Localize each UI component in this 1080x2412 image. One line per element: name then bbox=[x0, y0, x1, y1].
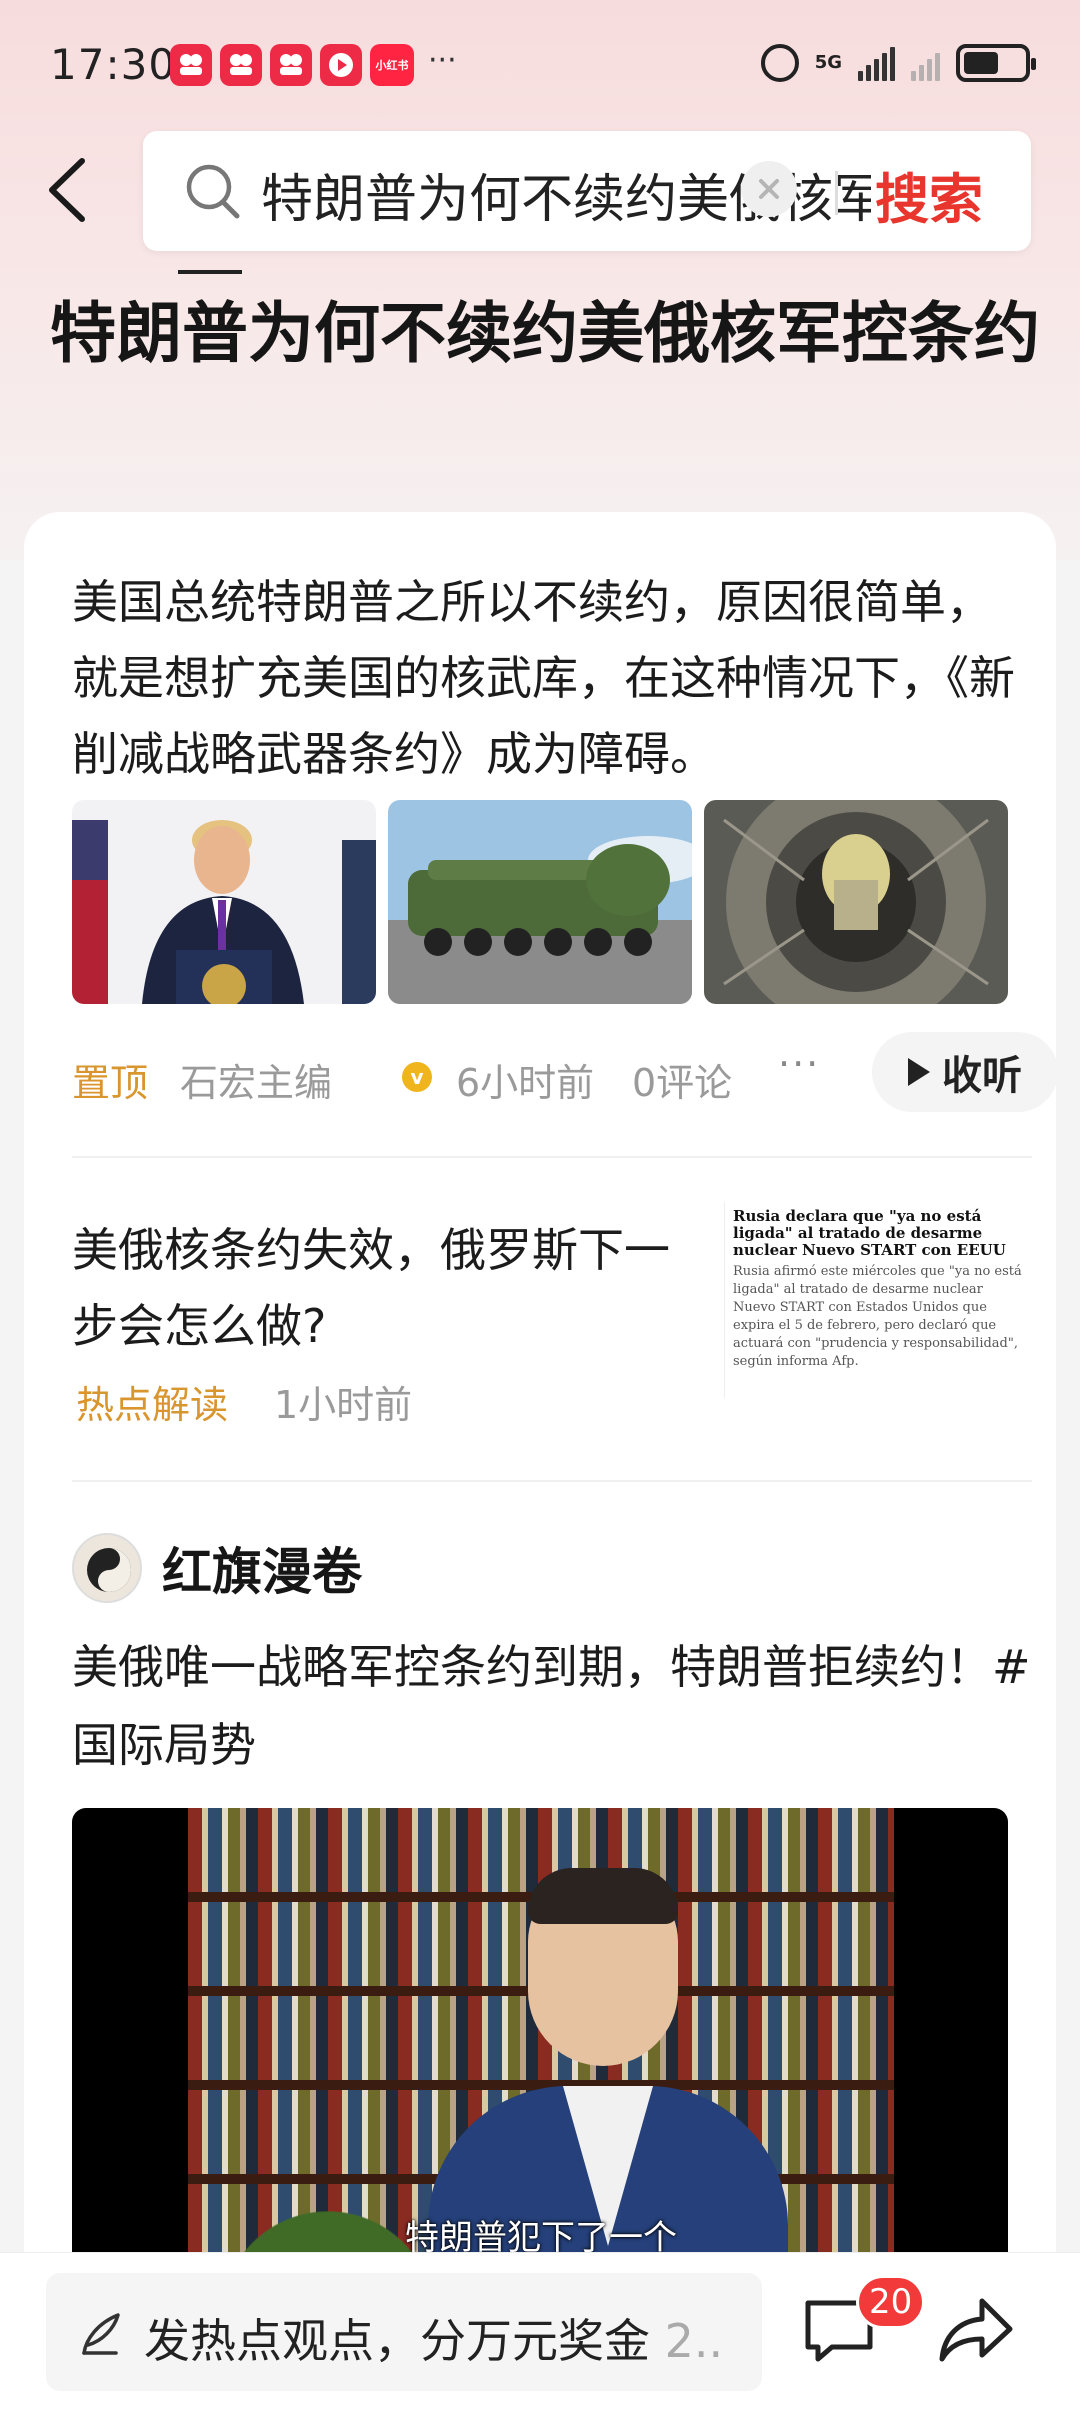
back-arrow-icon bbox=[49, 158, 85, 222]
title-accent-line bbox=[178, 270, 242, 274]
divider bbox=[72, 1156, 1032, 1158]
post-time: 6小时前 bbox=[456, 1061, 595, 1105]
image-missile-silo[interactable] bbox=[704, 800, 1008, 1004]
clear-search-button[interactable] bbox=[741, 161, 797, 217]
notification-app-icon bbox=[270, 44, 312, 86]
network-type: 5G bbox=[814, 52, 842, 73]
news-item-thumbnail[interactable]: Rusia declara que "ya no está ligada" al… bbox=[724, 1202, 1032, 1398]
notification-app-icon bbox=[170, 44, 212, 86]
page-title: 特朗普为何不续约美俄核军控条约 bbox=[50, 295, 1040, 372]
listen-button[interactable]: 收听 bbox=[872, 1032, 1058, 1112]
search-icon bbox=[186, 164, 240, 219]
pinned-label: 置顶 bbox=[72, 1061, 149, 1105]
status-app-icons: 小红书 ··· bbox=[170, 42, 457, 86]
signal-icon bbox=[858, 45, 895, 81]
bottom-bar: 发热点观点，分万元奖金 2.. 20 bbox=[0, 2252, 1080, 2412]
signal-icon-secondary bbox=[911, 45, 940, 81]
status-indicators: 5G bbox=[760, 44, 1036, 82]
search-button[interactable]: 搜索 bbox=[875, 155, 983, 234]
news-item-tag: 热点解读 bbox=[76, 1383, 229, 1427]
pen-icon bbox=[82, 2313, 120, 2355]
post-author-row[interactable]: 红旗漫卷 bbox=[72, 1532, 362, 1604]
status-time: 17:30 bbox=[50, 40, 177, 89]
battery-icon bbox=[956, 44, 1036, 82]
back-button[interactable] bbox=[40, 155, 100, 225]
yin-yang-avatar-icon bbox=[74, 1535, 140, 1601]
listen-label: 收听 bbox=[942, 1053, 1022, 1099]
summary-text[interactable]: 美国总统特朗普之所以不续约，原因很简单，就是想扩充美国的核武库，在这种情况下，《… bbox=[72, 564, 1022, 792]
author-name[interactable]: 石宏主编 bbox=[180, 1052, 332, 1107]
comment-count-badge: 20 bbox=[856, 2275, 926, 2329]
image-podium-speaker[interactable] bbox=[72, 800, 376, 1004]
search-box[interactable]: 特朗普为何不续约美俄核军控条约 搜索 bbox=[143, 131, 1031, 251]
opinion-input[interactable]: 发热点观点，分万元奖金 2.. bbox=[46, 2273, 762, 2391]
more-options-icon[interactable]: ··· bbox=[778, 1042, 820, 1086]
play-icon bbox=[908, 1058, 930, 1086]
post-text[interactable]: 美俄唯一战略军控条约到期，特朗普拒续约！#国际局势 bbox=[72, 1628, 1032, 1784]
verified-icon: v bbox=[402, 1062, 432, 1092]
opinion-prompt: 发热点观点，分万元奖金 2.. bbox=[144, 2314, 724, 2368]
video-app-icon bbox=[320, 44, 362, 86]
close-icon bbox=[759, 179, 779, 199]
content-card: 美国总统特朗普之所以不续约，原因很简单，就是想扩充美国的核武库，在这种情况下，《… bbox=[24, 512, 1058, 2412]
thumbnail-body: Rusia afirmó este miércoles que "ya no e… bbox=[733, 1264, 1022, 1369]
avatar[interactable] bbox=[72, 1533, 142, 1603]
alarm-icon bbox=[760, 44, 799, 82]
thumbnail-headline: Rusia declara que "ya no está ligada" al… bbox=[733, 1207, 1006, 1259]
notification-app-icon bbox=[220, 44, 262, 86]
comment-count[interactable]: 0评论 bbox=[632, 1052, 732, 1107]
xiaohongshu-app-icon: 小红书 bbox=[370, 44, 414, 86]
share-icon[interactable] bbox=[936, 2293, 1016, 2369]
summary-images bbox=[72, 800, 1008, 1004]
news-item-title[interactable]: 美俄核条约失效，俄罗斯下一步会怎么做? bbox=[72, 1212, 672, 1364]
status-bar: 17:30 小红书 ··· 5G bbox=[0, 0, 1080, 130]
divider bbox=[72, 1480, 1032, 1482]
more-notifications-icon: ··· bbox=[428, 42, 457, 78]
post-author-name[interactable]: 红旗漫卷 bbox=[162, 1532, 362, 1604]
image-missile-launcher[interactable] bbox=[388, 800, 692, 1004]
summary-meta: 置顶 石宏主编 v 6小时前 0评论 ··· 收听 bbox=[72, 1032, 1058, 1112]
news-item-time: 1小时前 bbox=[274, 1383, 413, 1427]
search-divider bbox=[835, 171, 838, 215]
